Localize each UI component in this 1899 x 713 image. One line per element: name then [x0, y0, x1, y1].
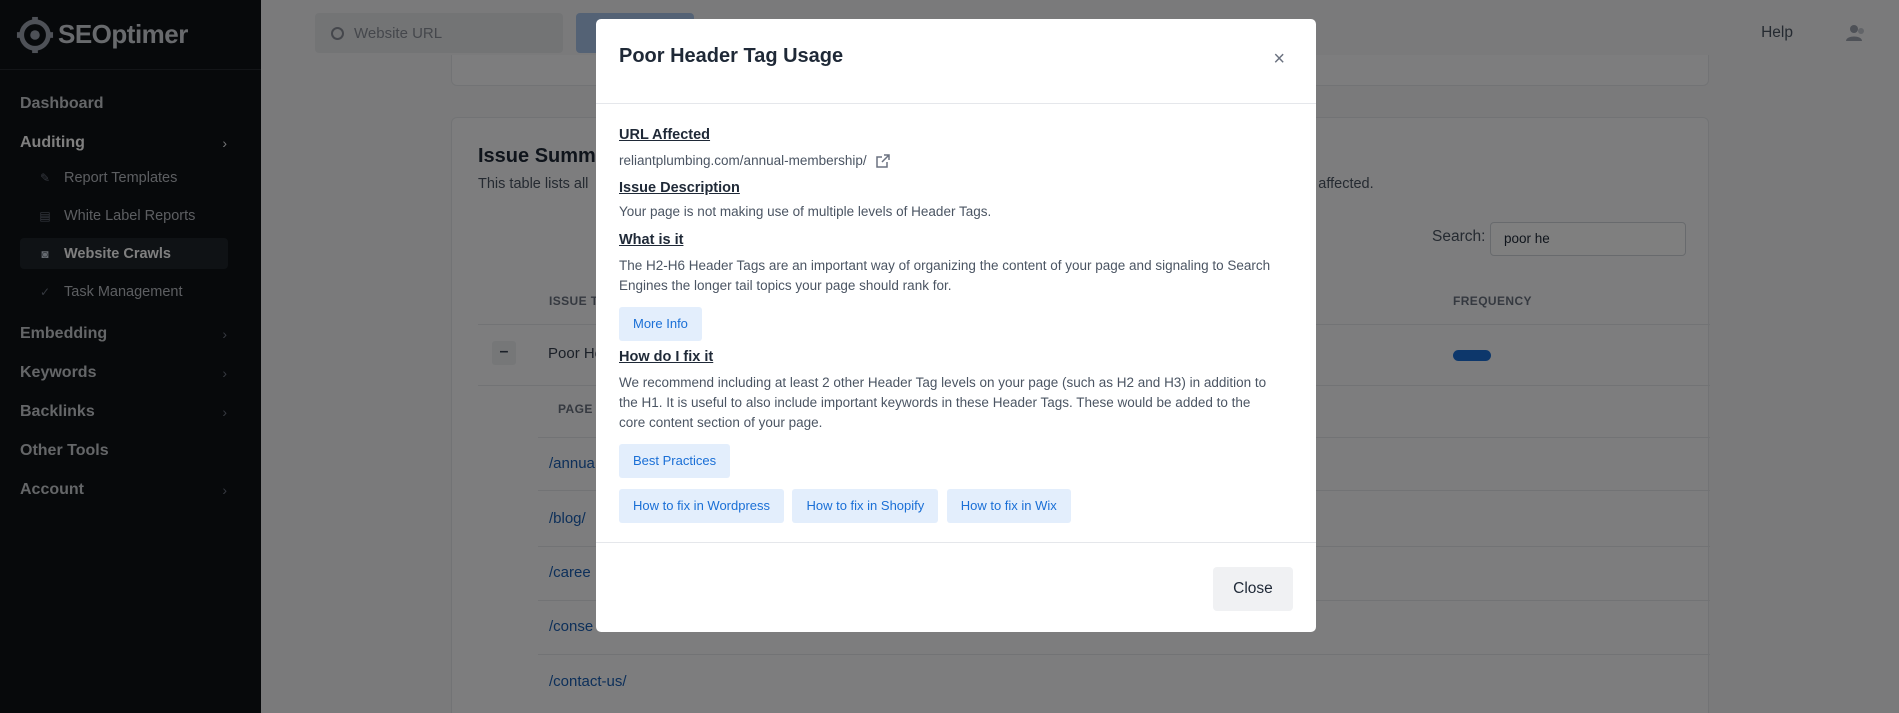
close-button[interactable]: Close [1213, 567, 1293, 611]
best-practices-button[interactable]: Best Practices [619, 444, 731, 478]
best-practices-row: Best Practices [619, 444, 1295, 478]
modal-footer: Close [596, 542, 1316, 632]
what-is-it-line: Engines the longer tail topics your page… [619, 278, 952, 293]
fix-shopify-button[interactable]: How to fix in Shopify [792, 489, 939, 523]
fix-wix-button[interactable]: How to fix in Wix [946, 489, 1071, 523]
issue-description-text: Your page is not making use of multiple … [619, 204, 992, 219]
what-is-it-heading: What is it [619, 232, 684, 248]
how-fix-line: We recommend including at least 2 other … [619, 375, 1267, 390]
url-affected-row: reliantplumbing.com/annual-membership/ [619, 151, 1295, 171]
issue-description-heading: Issue Description [619, 180, 740, 196]
url-affected-heading: URL Affected [619, 127, 711, 143]
issue-detail-modal: Poor Header Tag Usage × URL Affected rel… [596, 19, 1316, 632]
modal-title: Poor Header Tag Usage [619, 45, 844, 67]
how-fix-heading: How do I fix it [619, 349, 714, 365]
more-info-button[interactable]: More Info [619, 307, 702, 341]
what-is-it-line: The H2-H6 Header Tags are an important w… [619, 258, 1271, 273]
how-fix-text: We recommend including at least 2 other … [619, 373, 1295, 433]
affected-url: reliantplumbing.com/annual-membership/ [619, 153, 867, 168]
modal-header: Poor Header Tag Usage × [596, 19, 1316, 104]
external-link-icon[interactable] [875, 154, 890, 168]
close-icon[interactable]: × [1273, 49, 1285, 69]
fix-wordpress-button[interactable]: How to fix in Wordpress [619, 489, 785, 523]
what-is-it-text: The H2-H6 Header Tags are an important w… [619, 256, 1295, 296]
modal-body: URL Affected reliantplumbing.com/annual-… [619, 125, 1295, 523]
platform-fix-row: How to fix in Wordpress How to fix in Sh… [619, 489, 1295, 523]
how-fix-line: core content section of your page. [619, 415, 823, 430]
more-info-row: More Info [619, 307, 1295, 341]
how-fix-line: the H1. It is useful to also include imp… [619, 395, 1251, 410]
